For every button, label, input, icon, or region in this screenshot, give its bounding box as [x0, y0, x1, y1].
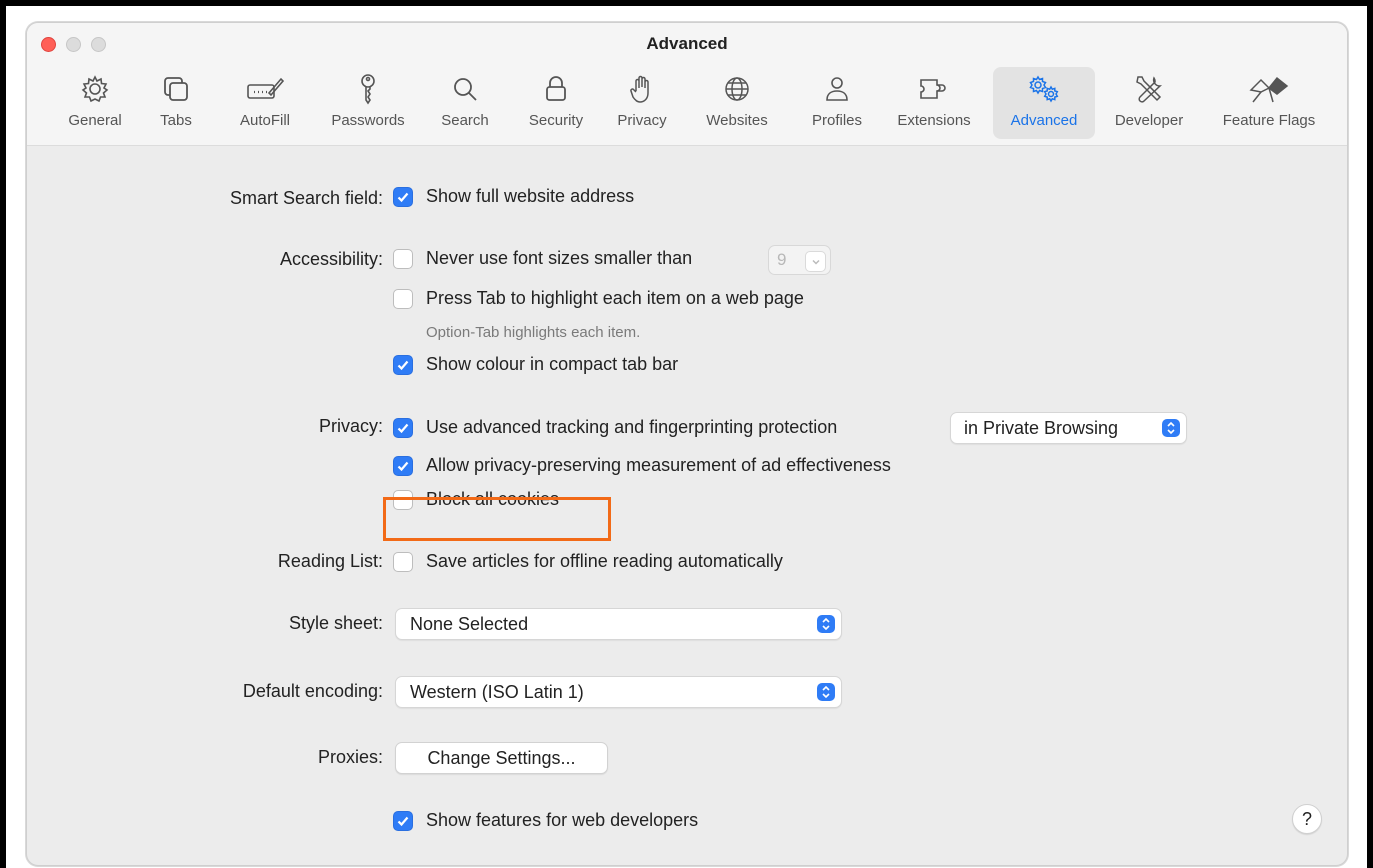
web-developer-features-text: Show features for web developers: [426, 810, 699, 830]
tab-label: AutoFill: [239, 112, 291, 129]
show-full-address-option[interactable]: Show full website address: [393, 186, 634, 207]
press-tab-text: Press Tab to highlight each item on a we…: [426, 288, 804, 308]
default-encoding-label: Default encoding:: [242, 681, 383, 701]
tab-general[interactable]: General: [55, 67, 135, 139]
tracking-protection-option[interactable]: Use advanced tracking and fingerprinting…: [393, 417, 837, 438]
tracking-scope-select[interactable]: in Private Browsing: [950, 412, 1187, 444]
tab-autofill[interactable]: AutoFill: [232, 67, 298, 139]
tab-advanced[interactable]: Advanced: [993, 67, 1095, 139]
search-icon: [450, 67, 480, 111]
gear-icon: [80, 67, 110, 111]
show-full-address-text: Show full website address: [426, 186, 635, 206]
ad-measurement-option[interactable]: Allow privacy-preserving measurement of …: [393, 455, 891, 476]
tab-feature-flags[interactable]: Feature Flags: [1207, 67, 1331, 139]
web-developer-features-checkbox[interactable]: [393, 810, 413, 831]
change-settings-button[interactable]: Change Settings...: [395, 742, 608, 774]
tab-extensions[interactable]: Extensions: [886, 67, 982, 139]
tracking-scope-value: in Private Browsing: [964, 417, 1119, 438]
tab-label: Extensions: [897, 112, 971, 129]
style-sheet-label: Style sheet:: [288, 613, 383, 633]
show-colour-checkbox[interactable]: [393, 354, 413, 375]
updown-arrows-icon: [817, 615, 835, 633]
key-icon: [353, 67, 383, 111]
privacy-label: Privacy:: [318, 416, 383, 436]
tab-search[interactable]: Search: [434, 67, 496, 139]
smart-search-label: Smart Search field:: [229, 188, 383, 208]
ad-measurement-checkbox[interactable]: [393, 455, 413, 476]
tab-label: Security: [528, 112, 584, 129]
tab-label: Passwords: [331, 112, 405, 129]
screenshot-frame: Advanced General Tabs AutoFill Passwords…: [6, 6, 1367, 868]
style-sheet-value: None Selected: [410, 613, 529, 634]
tracking-protection-checkbox[interactable]: [393, 417, 413, 438]
window-title: Advanced: [646, 34, 728, 53]
tab-label: Advanced: [1010, 112, 1078, 129]
chevron-down-icon: [805, 251, 826, 272]
accessibility-label: Accessibility:: [279, 249, 383, 269]
tab-security[interactable]: Security: [521, 67, 591, 139]
min-font-size-select[interactable]: 9: [768, 245, 831, 275]
show-colour-text: Show colour in compact tab bar: [426, 354, 679, 374]
help-button[interactable]: ?: [1292, 804, 1322, 834]
tab-websites[interactable]: Websites: [694, 67, 780, 139]
tab-label: General: [68, 112, 122, 129]
min-font-size-option[interactable]: Never use font sizes smaller than: [393, 248, 692, 269]
tools-icon: [1132, 67, 1166, 111]
tab-passwords[interactable]: Passwords: [323, 67, 413, 139]
min-font-size-checkbox[interactable]: [393, 248, 413, 269]
lock-icon: [541, 67, 571, 111]
press-tab-option[interactable]: Press Tab to highlight each item on a we…: [393, 288, 804, 309]
tracking-protection-text: Use advanced tracking and fingerprinting…: [426, 417, 838, 437]
tab-label: Feature Flags: [1222, 112, 1316, 129]
min-font-size-text: Never use font sizes smaller than: [426, 248, 693, 268]
titlebar: Advanced General Tabs AutoFill Passwords…: [27, 23, 1347, 146]
tab-label: Developer: [1114, 112, 1184, 129]
tab-label: Privacy: [617, 112, 667, 129]
tab-profiles[interactable]: Profiles: [801, 67, 873, 139]
updown-arrows-icon: [817, 683, 835, 701]
hand-icon: [627, 67, 657, 111]
proxies-label: Proxies:: [317, 747, 383, 767]
reading-list-label: Reading List:: [277, 551, 383, 571]
tabs-icon: [161, 67, 191, 111]
checkmark-icon: [397, 192, 409, 202]
puzzle-icon: [917, 67, 951, 111]
checkmark-icon: [397, 360, 409, 370]
checkmark-icon: [397, 816, 409, 826]
tab-label: Tabs: [160, 112, 192, 129]
tab-privacy[interactable]: Privacy: [611, 67, 673, 139]
advanced-settings-pane: Smart Search field: Show full website ad…: [27, 146, 1347, 865]
ad-measurement-text: Allow privacy-preserving measurement of …: [426, 455, 891, 475]
checkmark-icon: [397, 423, 409, 433]
style-sheet-select[interactable]: None Selected: [395, 608, 842, 640]
min-font-size-value: 9: [777, 250, 787, 269]
flags-icon: [1247, 67, 1291, 111]
offline-reading-checkbox[interactable]: [393, 551, 413, 572]
show-colour-option[interactable]: Show colour in compact tab bar: [393, 354, 678, 375]
offline-reading-option[interactable]: Save articles for offline reading automa…: [393, 551, 783, 572]
updown-arrows-icon: [1162, 419, 1180, 437]
globe-icon: [722, 67, 752, 111]
preferences-window: Advanced General Tabs AutoFill Passwords…: [26, 22, 1348, 866]
autofill-icon: [245, 67, 285, 111]
default-encoding-value: Western (ISO Latin 1): [410, 681, 584, 702]
tab-tabs[interactable]: Tabs: [151, 67, 201, 139]
tab-label: Search: [441, 112, 489, 129]
tab-label: Profiles: [811, 112, 863, 129]
block-cookies-highlight: [383, 497, 611, 541]
default-encoding-select[interactable]: Western (ISO Latin 1): [395, 676, 842, 708]
offline-reading-text: Save articles for offline reading automa…: [426, 551, 783, 571]
person-icon: [822, 67, 852, 111]
press-tab-checkbox[interactable]: [393, 288, 413, 309]
show-full-address-checkbox[interactable]: [393, 186, 413, 207]
gears-icon: [1026, 67, 1062, 111]
tab-label: Websites: [706, 112, 768, 129]
press-tab-hint: Option-Tab highlights each item.: [426, 324, 641, 341]
tab-developer[interactable]: Developer: [1103, 67, 1195, 139]
checkmark-icon: [397, 461, 409, 471]
web-developer-features-option[interactable]: Show features for web developers: [393, 810, 698, 831]
